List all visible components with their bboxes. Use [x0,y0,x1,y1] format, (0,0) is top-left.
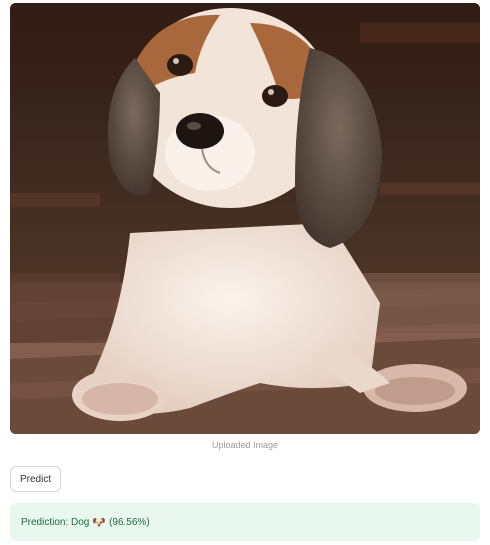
image-caption: Uploaded Image [211,440,279,450]
predict-button[interactable]: Predict [10,466,62,492]
prediction-confidence: (96.56%) [109,516,150,528]
prediction-label: Prediction: Dog [21,516,90,528]
app-page: Uploaded Image Predict Prediction: Dog 🐶… [0,0,490,545]
prediction-result-alert: Prediction: Dog 🐶 (96.56%) [10,503,480,541]
dog-photo [10,3,480,434]
uploaded-image [10,3,480,434]
dog-icon: 🐶 [92,516,107,529]
